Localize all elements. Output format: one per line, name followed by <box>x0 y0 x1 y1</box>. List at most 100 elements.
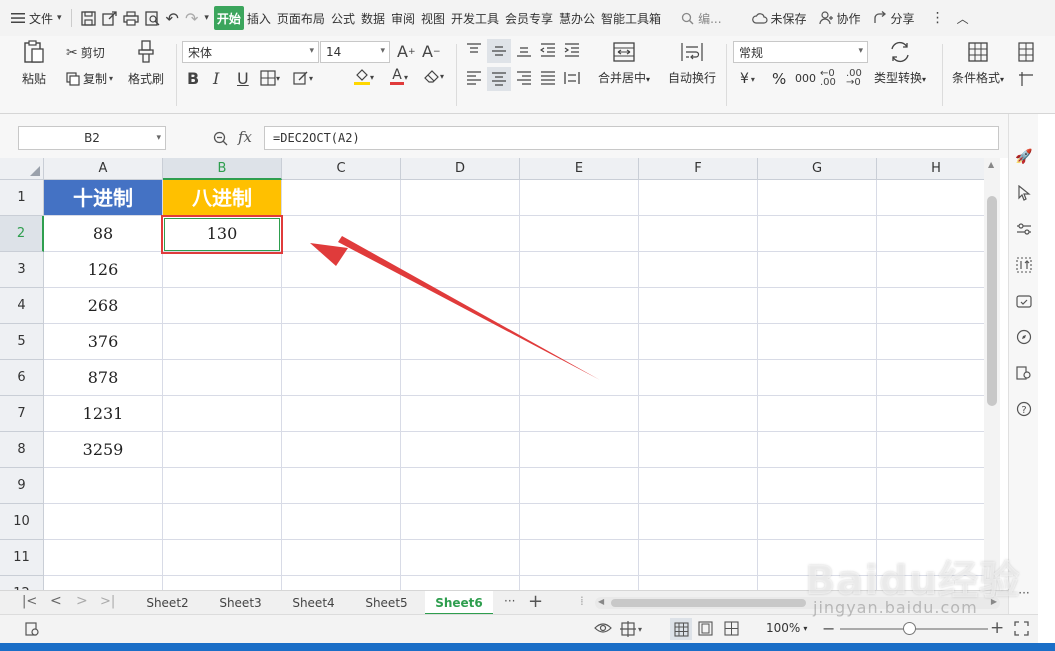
font-name-select[interactable]: 宋体 ▾ <box>182 41 319 63</box>
undo-button[interactable]: ↶ <box>163 6 182 30</box>
rocket-icon[interactable]: 🚀 <box>1015 148 1033 166</box>
more-sheets-button[interactable]: ··· <box>504 594 515 608</box>
decrease-decimal-button[interactable]: .00 →0 <box>846 69 862 88</box>
align-center-button[interactable] <box>487 67 511 91</box>
collapse-ribbon-button[interactable]: ︿ <box>954 6 972 30</box>
formula-input[interactable]: =DEC2OCT(A2) <box>264 126 999 150</box>
book-icon[interactable] <box>1015 364 1033 382</box>
paste-button[interactable]: 粘贴 <box>22 40 46 87</box>
cut-button[interactable]: ✂ 剪切 <box>66 44 105 61</box>
scroll-left-icon[interactable]: ◀ <box>598 597 604 606</box>
tab-page-layout[interactable]: 页面布局 <box>274 6 328 30</box>
prev-sheet-icon[interactable]: < <box>50 593 62 609</box>
help-icon[interactable]: ? <box>1015 400 1033 418</box>
decrease-indent-button[interactable] <box>540 43 556 57</box>
zoom-slider-thumb[interactable] <box>903 622 916 635</box>
wrap-text-button[interactable]: 自动换行 <box>668 41 716 86</box>
share-button[interactable]: 分享 <box>870 6 918 30</box>
eye-protection-button[interactable] <box>594 621 612 635</box>
increase-indent-button[interactable] <box>564 43 580 57</box>
tab-formulas[interactable]: 公式 <box>328 6 358 30</box>
row-col-button[interactable] <box>1018 71 1034 87</box>
tab-view[interactable]: 视图 <box>418 6 448 30</box>
align-middle-button[interactable] <box>487 39 511 63</box>
align-right-button[interactable] <box>516 71 532 85</box>
tab-insert[interactable]: 插入 <box>244 6 274 30</box>
zoom-out-button[interactable]: − <box>822 619 835 638</box>
underline-button[interactable]: U <box>237 69 249 88</box>
sheet-tab-sheet6[interactable]: Sheet6 <box>425 591 493 615</box>
align-top-button[interactable] <box>466 43 482 57</box>
compass-icon[interactable] <box>1015 328 1033 346</box>
sliders-icon[interactable] <box>1015 220 1033 238</box>
tab-home[interactable]: 开始 <box>213 6 244 30</box>
page-break-view-button[interactable] <box>724 621 739 639</box>
tab-developer[interactable]: 开发工具 <box>448 6 502 30</box>
table-style-button[interactable] <box>1018 42 1034 62</box>
format-painter-button[interactable]: 格式刷 <box>128 40 164 87</box>
distributed-button[interactable] <box>564 71 580 85</box>
fill-color-button[interactable]: ▾ <box>354 69 374 85</box>
conditional-format-button[interactable]: 条件格式▾ <box>952 41 1004 86</box>
font-size-select[interactable]: 14 ▾ <box>320 41 390 63</box>
vertical-scroll-thumb[interactable] <box>987 196 997 406</box>
file-menu[interactable]: 文件 ▾ <box>8 6 65 30</box>
tab-smart-toolbox[interactable]: 智能工具箱 <box>598 6 664 30</box>
thousands-button[interactable]: 000 <box>795 72 816 85</box>
sort-icon[interactable] <box>1015 256 1033 274</box>
first-sheet-icon[interactable]: |< <box>22 594 37 609</box>
export-button[interactable] <box>99 6 120 30</box>
tab-data[interactable]: 数据 <box>358 6 388 30</box>
italic-button[interactable]: I <box>213 69 219 88</box>
last-sheet-icon[interactable]: >| <box>100 594 115 609</box>
decrease-font-button[interactable]: A − <box>422 42 441 61</box>
add-sheet-button[interactable]: + <box>528 591 543 612</box>
cursor-icon[interactable] <box>1015 184 1033 202</box>
next-sheet-icon[interactable]: > <box>76 593 88 609</box>
unsaved-status[interactable]: 未保存 <box>749 6 810 30</box>
borders-button[interactable]: ▾ <box>260 70 280 86</box>
page-layout-view-button[interactable] <box>698 621 713 639</box>
backup-icon[interactable] <box>1015 292 1033 310</box>
zoom-formula-button[interactable] <box>213 131 228 146</box>
name-box[interactable]: B2 ▾ <box>18 126 166 150</box>
quick-access-dropdown[interactable]: ▾ <box>201 6 212 30</box>
save-button[interactable] <box>78 6 99 30</box>
copy-button[interactable]: 复制 ▾ <box>66 70 113 87</box>
cell-style-button[interactable]: ▾ <box>293 70 313 86</box>
freeze-pane-button[interactable]: ▾ <box>620 621 642 637</box>
normal-view-button[interactable] <box>670 618 692 640</box>
align-left-button[interactable] <box>466 71 482 85</box>
fullscreen-button[interactable] <box>1014 621 1029 639</box>
zoom-level[interactable]: 100% ▾ <box>766 621 807 635</box>
percent-button[interactable]: % <box>772 70 786 88</box>
tab-review[interactable]: 审阅 <box>388 6 418 30</box>
sheet-tab-sheet2[interactable]: Sheet2 <box>135 591 200 615</box>
currency-button[interactable]: ¥ ▾ <box>740 71 755 87</box>
type-convert-button[interactable]: 类型转换▾ <box>874 41 926 86</box>
tab-huibangong[interactable]: 慧办公 <box>556 6 598 30</box>
increase-decimal-button[interactable]: ←0.00 <box>820 69 836 88</box>
justify-button[interactable] <box>540 71 556 85</box>
sheet-tab-sheet4[interactable]: Sheet4 <box>281 591 346 615</box>
print-preview-button[interactable] <box>142 6 163 30</box>
more-menu-button[interactable]: ⋮ <box>928 6 948 30</box>
align-bottom-button[interactable] <box>516 43 532 57</box>
increase-font-button[interactable]: A + <box>397 42 416 61</box>
font-color-button[interactable]: A ▾ <box>390 68 408 85</box>
insert-function-button[interactable]: fx <box>238 128 252 146</box>
search-box[interactable]: 编... <box>678 6 724 30</box>
tab-splitter[interactable]: ⁞ <box>580 594 584 608</box>
tab-member[interactable]: 会员专享 <box>502 6 556 30</box>
clear-format-button[interactable]: ▾ <box>424 69 444 84</box>
macro-status-icon[interactable] <box>24 621 40 640</box>
zoom-in-button[interactable]: + <box>990 618 1004 638</box>
scroll-up-icon[interactable]: ▲ <box>988 160 994 169</box>
collaborate-button[interactable]: 协作 <box>816 6 864 30</box>
bold-button[interactable]: B <box>187 69 199 88</box>
sheet-tab-sheet5[interactable]: Sheet5 <box>354 591 419 615</box>
horizontal-scroll-thumb[interactable] <box>611 599 806 607</box>
print-button[interactable] <box>120 6 142 30</box>
merge-center-button[interactable]: 合并居中▾ <box>598 41 650 86</box>
vertical-scrollbar[interactable]: ▲ <box>984 158 1000 590</box>
